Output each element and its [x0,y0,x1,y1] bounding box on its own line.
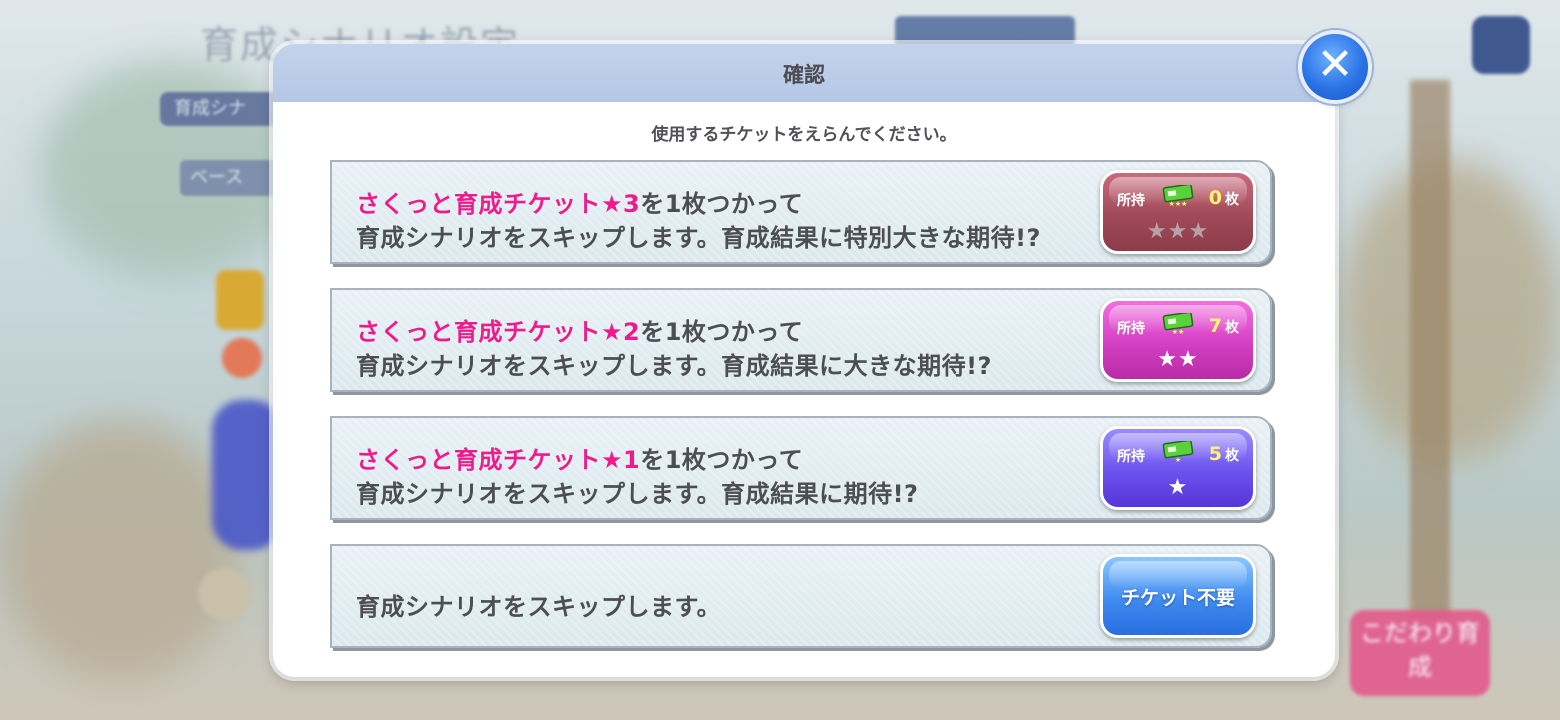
close-icon: ✕ [1316,39,1354,90]
owned-label: 所持 [1117,193,1145,209]
owned-count-value: 5 [1208,443,1222,465]
rank-s-icon [216,270,264,330]
ticket-icon: ★★ [1162,313,1194,335]
dialog-title: 確認 [273,44,1335,102]
owned-label: 所持 [1117,321,1145,337]
ticket-option-star1: さくっと育成チケット★1を1枚つかって 育成シナリオをスキップします。育成結果に… [330,416,1272,520]
option-description: 育成シナリオをスキップします。育成結果に大きな期待!? [356,352,992,380]
close-button[interactable]: ✕ [1302,34,1368,100]
rank-a-icon [222,338,262,378]
ticket-icon-stars: ★★★ [1169,200,1188,207]
use-ticket-star1-button[interactable]: 所持 ★ 5枚 ★ [1100,426,1256,510]
owned-count-unit: 枚 [1225,320,1239,336]
star-rating: ★ [1167,475,1189,500]
owned-count: 5枚 [1209,443,1239,465]
ticket-name: さくっと育成チケット★1 [356,446,641,474]
option-line1-suffix: を1枚つかって [640,190,804,218]
option-description: 育成シナリオをスキップします。育成結果に特別大きな期待!? [356,224,1041,252]
ticket-icon-stars: ★ [1175,456,1181,463]
star-rating: ★★ [1157,347,1199,372]
owned-label: 所持 [1117,449,1145,465]
owned-count-unit: 枚 [1225,448,1239,464]
dialog-instruction: 使用するチケットをえらんでください。 [651,125,957,145]
background-ground [0,420,240,680]
background-tree [1340,160,1560,460]
owned-count-value: 7 [1208,315,1222,337]
no-ticket-button-label: チケット不要 [1120,586,1235,609]
option-line1: さくっと育成チケット★3を1枚つかって [356,184,803,219]
option-line1: さくっと育成チケット★2を1枚つかって [356,312,803,347]
no-ticket-button[interactable]: チケット不要 [1100,554,1256,638]
option-description: 育成シナリオをスキップします。育成結果に期待!? [356,480,919,508]
background-corner-button: こだわり育成 [1350,610,1490,696]
owned-count: 7枚 [1209,315,1239,337]
use-ticket-star3-button[interactable]: 所持 ★★★ 0枚 ★★★ [1100,170,1256,254]
ticket-icon: ★★★ [1162,185,1194,207]
background-round-icon [198,568,250,620]
star-rating: ★★★ [1146,219,1210,244]
use-ticket-star2-button[interactable]: 所持 ★★ 7枚 ★★ [1100,298,1256,382]
ticket-icon: ★ [1162,441,1194,463]
ticket-icon-stars: ★★ [1172,328,1185,335]
ticket-name: さくっと育成チケット★2 [356,318,641,346]
ticket-option-star2: さくっと育成チケット★2を1枚つかって 育成シナリオをスキップします。育成結果に… [330,288,1272,392]
no-ticket-option: 育成シナリオをスキップします。 チケット不要 [330,544,1272,648]
option-line1: さくっと育成チケット★1を1枚つかって [356,440,803,475]
ticket-name: さくっと育成チケット★3 [356,190,641,218]
owned-count: 0枚 [1209,187,1239,209]
option-line1-suffix: を1枚つかって [640,318,804,346]
background-character [212,400,282,550]
owned-count-value: 0 [1208,187,1222,209]
option-line1-suffix: を1枚つかって [640,446,804,474]
ticket-option-star3: さくっと育成チケット★3を1枚つかって 育成シナリオをスキップします。育成結果に… [330,160,1272,264]
home-icon [1472,16,1530,74]
owned-count-unit: 枚 [1225,192,1239,208]
option-description: 育成シナリオをスキップします。 [356,593,722,621]
background-post [1410,80,1450,620]
